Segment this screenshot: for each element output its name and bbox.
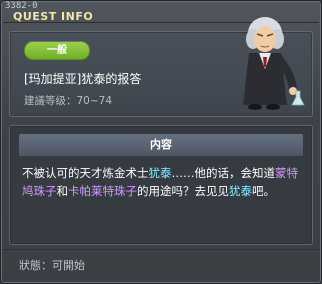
quest-status: 狀態：可開始 (19, 259, 85, 272)
description-segment: 的用途吗？去见见 (137, 184, 229, 198)
footer-divider (3, 249, 319, 250)
quest-description-panel: 内容 不被认可的天才炼金术士犹泰……他的话，会知道蒙特鸠珠子和卡帕莱特珠子的用途… (9, 125, 313, 245)
description-segment: 和 (56, 184, 69, 198)
npc-portrait (243, 17, 305, 110)
npc-link: 犹泰 (229, 184, 252, 198)
description-segment: 吧。 (252, 184, 275, 198)
quest-info-window: 3382-0 QUEST INFO 一般 [玛加提亚]犹泰的报答 建議等级：70… (0, 0, 322, 284)
quest-name: [玛加提亚]犹泰的报答 (24, 72, 142, 86)
level-range: 建議等级：70~74 (24, 95, 113, 107)
quest-category-badge: 一般 (24, 41, 90, 60)
description-segment: 不被认可的天才炼金术士 (22, 166, 149, 180)
npc-link: 犹泰 (148, 166, 172, 180)
description-text: 不被认可的天才炼金术士犹泰……他的话，会知道蒙特鸠珠子和卡帕莱特珠子的用途吗？去… (22, 164, 304, 200)
description-header: 内容 (19, 134, 303, 156)
item-link: 卡帕莱特珠子 (68, 184, 137, 198)
description-segment: ……他的话，会知道 (171, 166, 276, 180)
